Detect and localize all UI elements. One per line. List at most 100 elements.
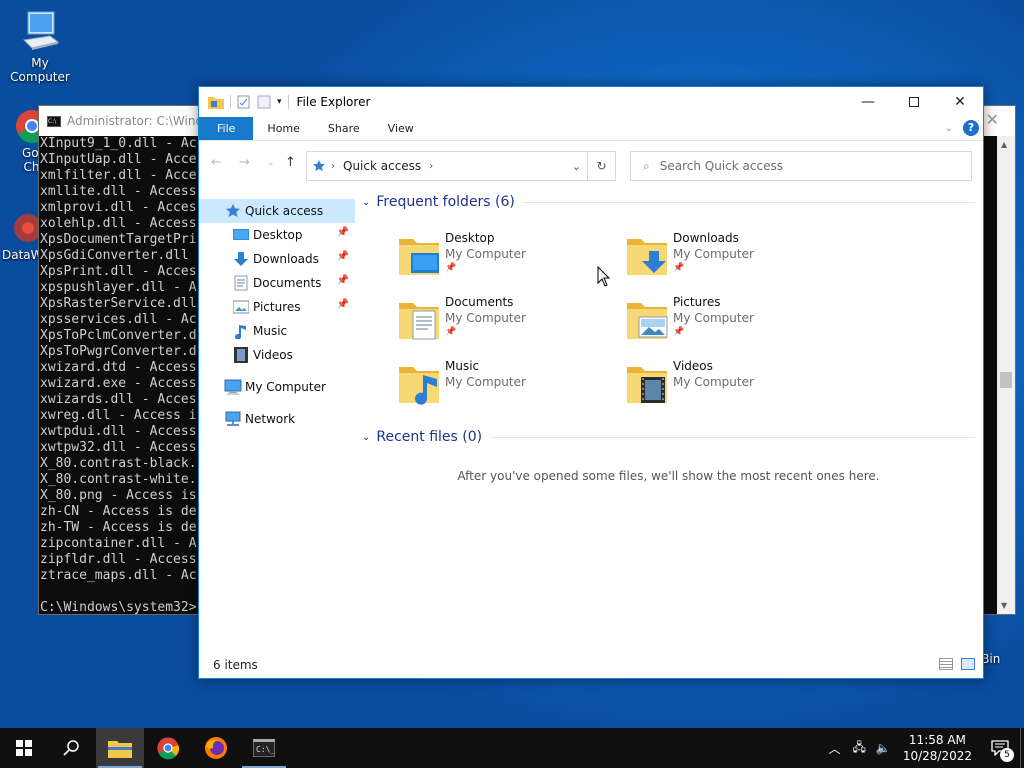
back-icon[interactable]: ← xyxy=(211,155,222,170)
tab-file[interactable]: File xyxy=(199,117,254,140)
scroll-down-icon[interactable]: ▼ xyxy=(1001,601,1007,610)
cmd-line: xolehlp.dll - Access xyxy=(40,216,197,231)
chevron-right-icon[interactable]: › xyxy=(429,161,433,172)
frequent-folder-pictures[interactable]: Pictures My Computer 📌 xyxy=(625,295,845,355)
tab-home[interactable]: Home xyxy=(253,117,313,140)
network-icon[interactable]: 🖧 xyxy=(852,738,865,759)
explorer-titlebar[interactable]: ▾ File Explorer — ✕ xyxy=(199,87,983,117)
nav-item-my-computer[interactable]: My Computer xyxy=(199,375,355,399)
show-hidden-icons-icon[interactable]: ︿ xyxy=(828,740,840,757)
folder-location: My Computer xyxy=(673,375,754,389)
nav-item-desktop[interactable]: Desktop 📌 xyxy=(199,223,355,247)
folder-name: Videos xyxy=(673,359,713,373)
taskbar-file-explorer[interactable] xyxy=(96,728,144,768)
desktop-folder-icon xyxy=(231,228,251,242)
cmd-output[interactable]: XInput9_1_0.dll - Acc XInputUap.dll - Acc… xyxy=(39,136,199,614)
svg-text:C:\_: C:\_ xyxy=(256,745,275,754)
close-button[interactable]: ✕ xyxy=(937,87,983,117)
nav-item-network[interactable]: Network xyxy=(199,407,355,431)
nav-item-quick-access[interactable]: Quick access xyxy=(199,199,355,223)
chevron-down-icon: ⌄ xyxy=(362,431,371,443)
nav-item-pictures[interactable]: Pictures 📌 xyxy=(199,295,355,319)
cmd-title: Administrator: C:\Windo xyxy=(67,114,211,128)
cmd-line: xwizard.exe - Access xyxy=(40,376,197,391)
folder-name: Downloads xyxy=(673,231,739,245)
desktop-folder-icon xyxy=(397,231,441,280)
cmd-line: xwtpw32.dll - Access xyxy=(40,440,197,455)
file-explorer-window[interactable]: ▾ File Explorer — ✕ File Home Share View… xyxy=(198,86,984,679)
refresh-icon[interactable]: ↻ xyxy=(587,152,615,180)
start-button[interactable] xyxy=(0,728,48,768)
divider xyxy=(522,201,975,203)
cmd-line: XpsRasterService.dll xyxy=(40,296,197,311)
nav-item-documents[interactable]: Documents 📌 xyxy=(199,271,355,295)
separator xyxy=(287,95,289,109)
cmd-line: xmlprovi.dll - Acces xyxy=(40,200,197,215)
notification-center-button[interactable]: 5 xyxy=(980,728,1020,768)
frequent-folder-desktop[interactable]: Desktop My Computer 📌 xyxy=(397,231,617,291)
nav-item-music[interactable]: Music xyxy=(199,319,355,343)
nav-item-videos[interactable]: Videos xyxy=(199,343,355,367)
quick-access-content: ⌄ Frequent folders (6) Desktop My Compute… xyxy=(362,191,975,651)
frequent-folders-header[interactable]: ⌄ Frequent folders (6) xyxy=(362,191,975,213)
minimize-button[interactable]: — xyxy=(845,87,891,117)
pin-icon: 📌 xyxy=(445,327,457,337)
tab-share[interactable]: Share xyxy=(314,117,374,140)
chevron-right-icon[interactable]: › xyxy=(331,161,335,172)
frequent-folder-downloads[interactable]: Downloads My Computer 📌 xyxy=(625,231,845,291)
folder-name: Music xyxy=(445,359,480,373)
address-bar[interactable]: › Quick access › ⌄ ↻ xyxy=(306,151,616,181)
details-view-icon[interactable] xyxy=(939,658,953,670)
folder-name: Desktop xyxy=(445,231,495,245)
recent-files-header[interactable]: ⌄ Recent files (0) xyxy=(362,426,975,448)
time: 11:58 AM xyxy=(908,733,966,747)
chrome-icon xyxy=(157,737,180,760)
cmd-scrollbar[interactable]: ▲ ▼ xyxy=(997,136,1015,614)
cmd-line: X_80.contrast-black. xyxy=(40,456,197,471)
properties-icon[interactable] xyxy=(237,95,251,109)
nav-item-downloads[interactable]: Downloads 📌 xyxy=(199,247,355,271)
cmd-close-icon[interactable]: ✕ xyxy=(986,110,999,129)
folder-location: My Computer xyxy=(673,247,754,261)
cmd-line: zipcontainer.dll - A xyxy=(40,536,197,551)
videos-folder-icon xyxy=(625,359,669,408)
folder-location: My Computer xyxy=(445,375,526,389)
address-location[interactable]: Quick access xyxy=(343,159,421,173)
section-title: Frequent folders (6) xyxy=(376,194,515,210)
frequent-folder-music[interactable]: Music My Computer xyxy=(397,359,617,419)
frequent-folder-videos[interactable]: Videos My Computer xyxy=(625,359,845,419)
clock[interactable]: 11:58 AM 10/28/2022 xyxy=(903,732,972,764)
scroll-up-icon[interactable]: ▲ xyxy=(1001,140,1007,149)
taskbar-command-prompt[interactable]: C:\_ xyxy=(240,728,288,768)
search-input[interactable]: ⌕ Search Quick access xyxy=(630,151,972,181)
pin-icon: 📌 xyxy=(336,275,349,286)
new-folder-icon[interactable] xyxy=(257,95,271,109)
expand-ribbon-icon[interactable]: ⌄ xyxy=(945,123,953,134)
windows-logo-icon xyxy=(16,740,32,756)
taskbar-chrome[interactable] xyxy=(144,728,192,768)
chevron-down-icon[interactable]: ▾ xyxy=(277,97,282,107)
show-desktop-button[interactable] xyxy=(1020,728,1024,768)
tab-view[interactable]: View xyxy=(374,117,428,140)
recent-locations-icon[interactable]: ⌄ xyxy=(267,158,275,168)
download-arrow-icon xyxy=(231,251,251,267)
address-dropdown-icon[interactable]: ⌄ xyxy=(572,160,581,173)
scroll-thumb[interactable] xyxy=(1000,372,1012,388)
large-icons-view-icon[interactable] xyxy=(961,658,975,670)
maximize-button[interactable] xyxy=(891,87,937,117)
cmd-line: xmlfilter.dll - Acce xyxy=(40,168,197,183)
cmd-line: XpsPrint.dll - Acces xyxy=(40,264,197,279)
forward-icon[interactable]: → xyxy=(239,155,250,170)
volume-icon[interactable]: 🔈 xyxy=(876,741,891,755)
taskbar-firefox[interactable] xyxy=(192,728,240,768)
pin-icon: 📌 xyxy=(336,251,349,262)
search-icon: ⌕ xyxy=(643,158,650,173)
desktop-icon-my-computer[interactable]: My Computer xyxy=(0,10,80,84)
cmd-line: XInput9_1_0.dll - Acc xyxy=(40,136,199,151)
help-icon[interactable]: ? xyxy=(963,120,979,136)
up-icon[interactable]: ↑ xyxy=(285,155,296,170)
cmd-line: xpsservices.dll - Ac xyxy=(40,312,197,327)
folder-location: My Computer xyxy=(673,311,754,325)
search-button[interactable] xyxy=(48,728,96,768)
frequent-folder-documents[interactable]: Documents My Computer 📌 xyxy=(397,295,617,355)
